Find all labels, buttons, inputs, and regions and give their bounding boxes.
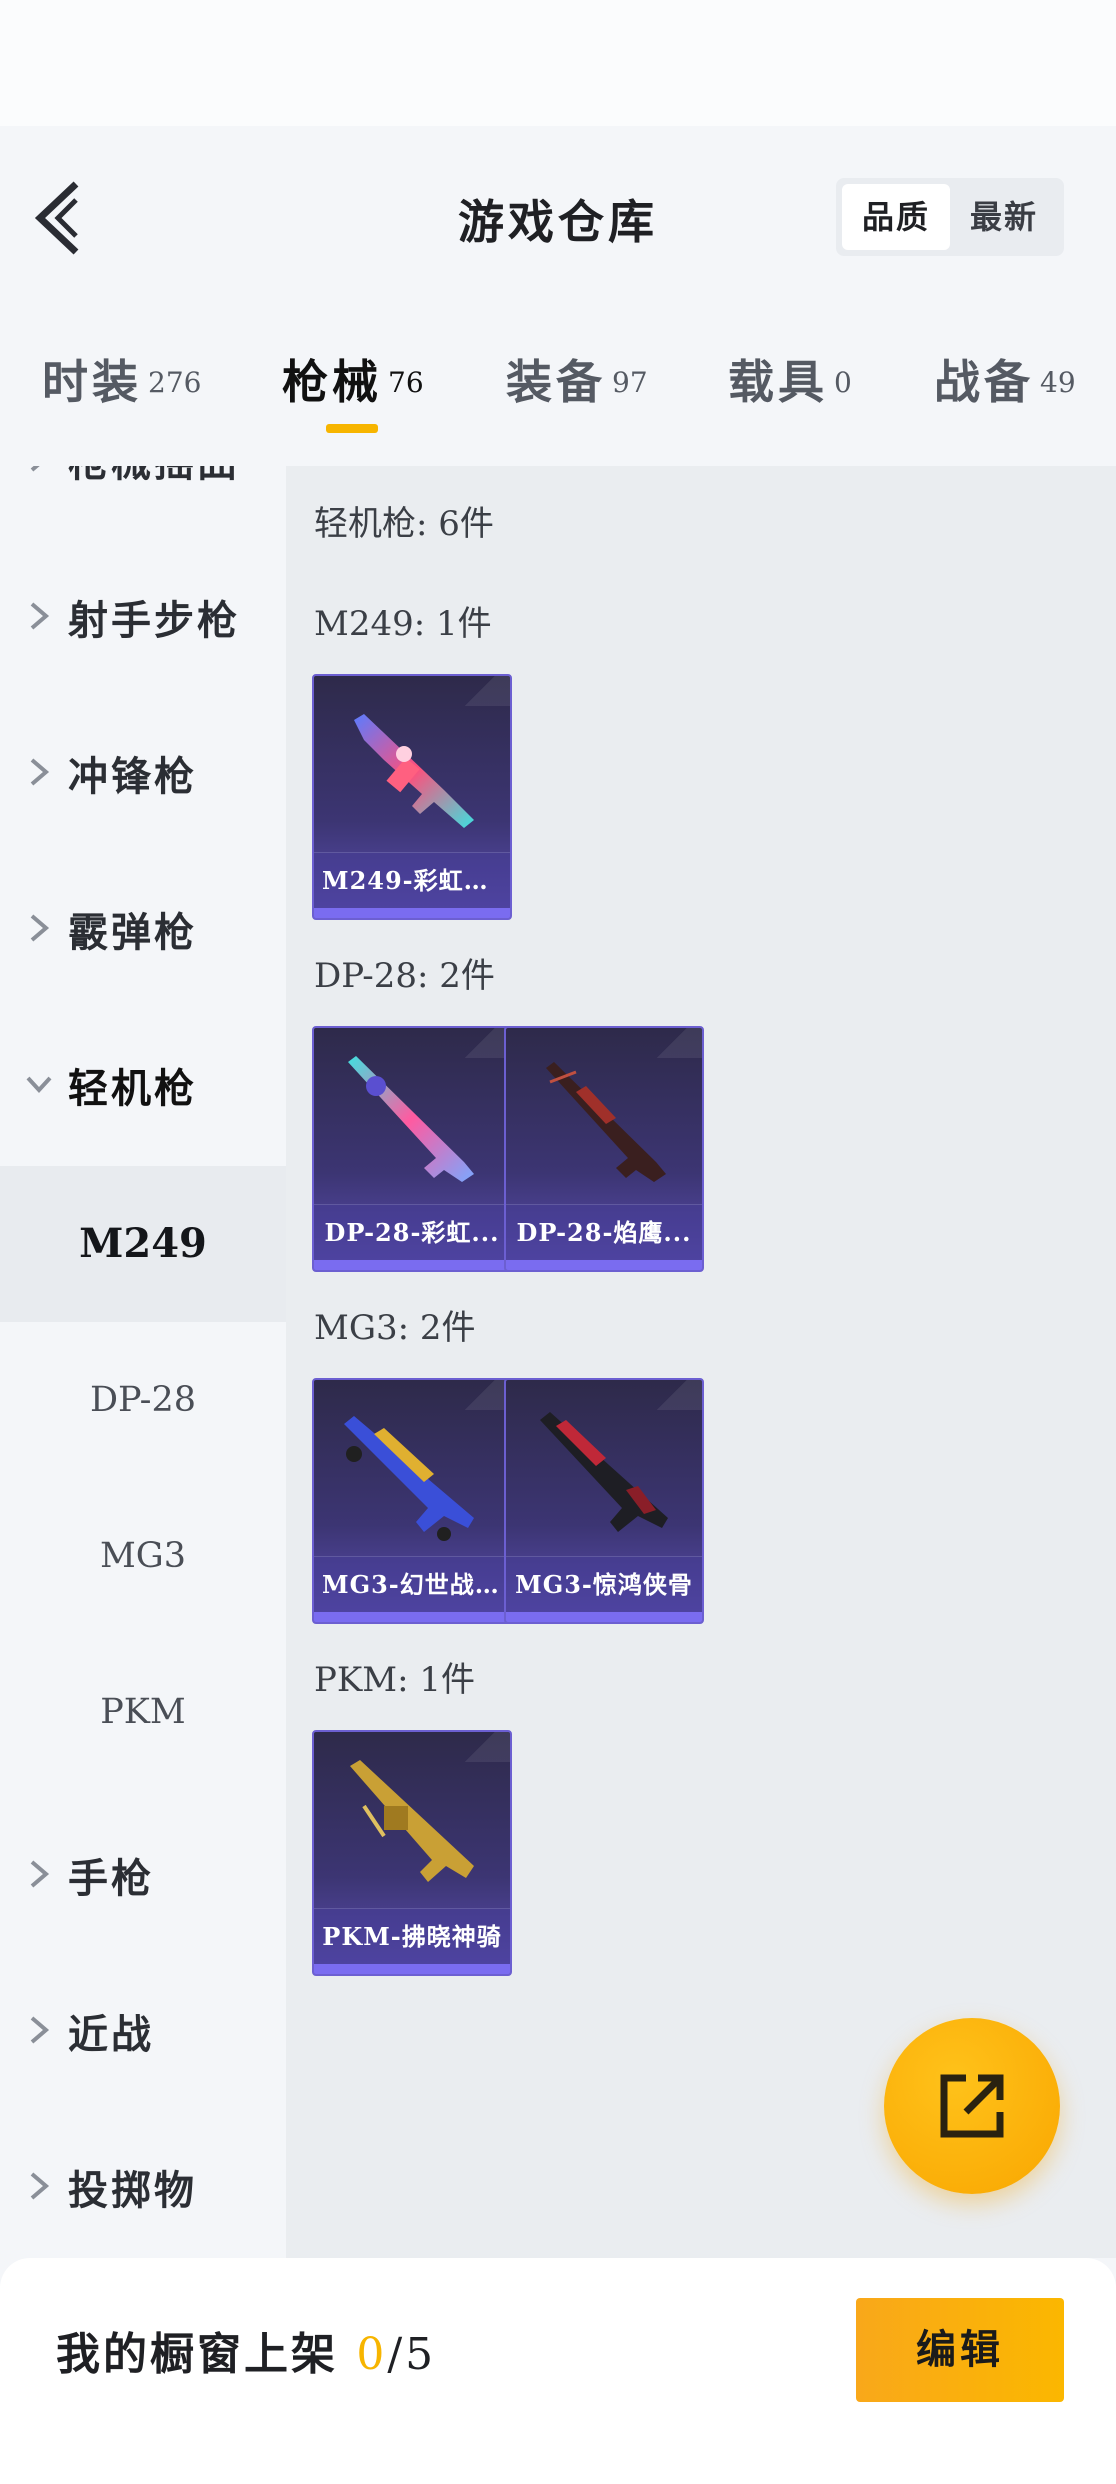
tab-vehicles[interactable]: 载具 0 bbox=[728, 346, 852, 426]
chevron-right-icon bbox=[30, 466, 40, 472]
sidebar-item-throwable[interactable]: 投掷物 bbox=[0, 2108, 286, 2258]
status-bar-area bbox=[0, 0, 1116, 126]
chevron-right-icon bbox=[30, 914, 50, 942]
chevron-right-icon bbox=[30, 2016, 50, 2044]
showcase-footer: 我的橱窗上架 0/5 编辑 bbox=[0, 2258, 1116, 2484]
chevron-down-icon bbox=[26, 1076, 52, 1093]
rainbow-dp28-icon bbox=[348, 1056, 474, 1182]
share-button[interactable] bbox=[884, 2018, 1060, 2194]
group-heading-mg3: MG3: 2件 bbox=[314, 1308, 476, 1348]
item-card[interactable]: M249-彩虹符号 bbox=[312, 674, 512, 920]
active-tab-indicator bbox=[326, 424, 378, 433]
category-tabs: 时装 276 枪械 76 装备 97 载具 0 战备 49 bbox=[0, 296, 1116, 466]
sort-quality-button[interactable]: 品质 bbox=[842, 184, 950, 250]
sidebar-subitem-m249[interactable]: M249 bbox=[0, 1166, 286, 1322]
sidebar-item-melee[interactable]: 近战 bbox=[0, 1952, 286, 2108]
group-heading-m249: M249: 1件 bbox=[314, 604, 492, 644]
category-count-heading: 轻机枪: 6件 bbox=[314, 504, 494, 544]
gold-pkm-icon bbox=[350, 1760, 474, 1882]
showcase-current-count: 0 bbox=[356, 2329, 388, 2380]
chevron-right-icon bbox=[30, 758, 50, 786]
page-header: 游戏仓库 品质 最新 bbox=[0, 126, 1116, 296]
share-external-icon bbox=[940, 2074, 1004, 2138]
sort-latest-button[interactable]: 最新 bbox=[950, 184, 1058, 250]
sidebar: 枪械摇曲 射手步枪 冲锋枪 霰弹枪 轻机枪 M249 DP-28 MG3 PKM… bbox=[0, 466, 286, 2258]
tab-equipment[interactable]: 装备 97 bbox=[506, 346, 648, 426]
red-black-mg3-icon bbox=[540, 1412, 668, 1532]
tab-guns[interactable]: 枪械 76 bbox=[282, 346, 424, 426]
showcase-total-count: /5 bbox=[387, 2329, 437, 2380]
item-card[interactable]: PKM-拂晓神骑 bbox=[312, 1730, 512, 1976]
sidebar-item-partial[interactable]: 枪械摇曲 bbox=[0, 466, 286, 536]
sidebar-item-smg[interactable]: 冲锋枪 bbox=[0, 694, 286, 850]
sidebar-subitem-dp28[interactable]: DP-28 bbox=[0, 1322, 286, 1478]
chevron-right-icon bbox=[30, 602, 50, 630]
group-heading-dp28: DP-28: 2件 bbox=[314, 956, 495, 996]
sidebar-subitem-pkm[interactable]: PKM bbox=[0, 1634, 286, 1790]
dark-dp28-icon bbox=[546, 1062, 666, 1182]
item-list-panel: 轻机枪: 6件 M249: 1件 M249-彩虹符号 DP-28: 2件 DP-… bbox=[286, 466, 1116, 2258]
chevron-right-icon bbox=[30, 2172, 50, 2200]
item-card[interactable]: MG3-惊鸿侠骨 bbox=[504, 1378, 704, 1624]
sidebar-item-marksman-rifle[interactable]: 射手步枪 bbox=[0, 538, 286, 694]
sidebar-item-shotgun[interactable]: 霰弹枪 bbox=[0, 850, 286, 1006]
sidebar-item-pistol[interactable]: 手枪 bbox=[0, 1796, 286, 1952]
rainbow-lmg-icon bbox=[354, 714, 474, 828]
blue-gold-mg3-icon bbox=[344, 1416, 474, 1541]
sort-toggle: 品质 最新 bbox=[836, 178, 1064, 256]
tab-fashion[interactable]: 时装 276 bbox=[42, 346, 201, 426]
chevron-right-icon bbox=[30, 1860, 50, 1888]
sidebar-item-lmg[interactable]: 轻机枪 bbox=[0, 1006, 286, 1162]
edit-button[interactable]: 编辑 bbox=[856, 2298, 1064, 2402]
item-card[interactable]: MG3-幻世战... bbox=[312, 1378, 512, 1624]
tab-supplies[interactable]: 战备 49 bbox=[934, 346, 1076, 426]
item-card[interactable]: DP-28-焰鹰... bbox=[504, 1026, 704, 1272]
sidebar-subitem-mg3[interactable]: MG3 bbox=[0, 1478, 286, 1634]
item-card[interactable]: DP-28-彩虹... bbox=[312, 1026, 512, 1272]
group-heading-pkm: PKM: 1件 bbox=[314, 1660, 475, 1700]
showcase-status: 我的橱窗上架 0/5 bbox=[56, 2329, 437, 2380]
